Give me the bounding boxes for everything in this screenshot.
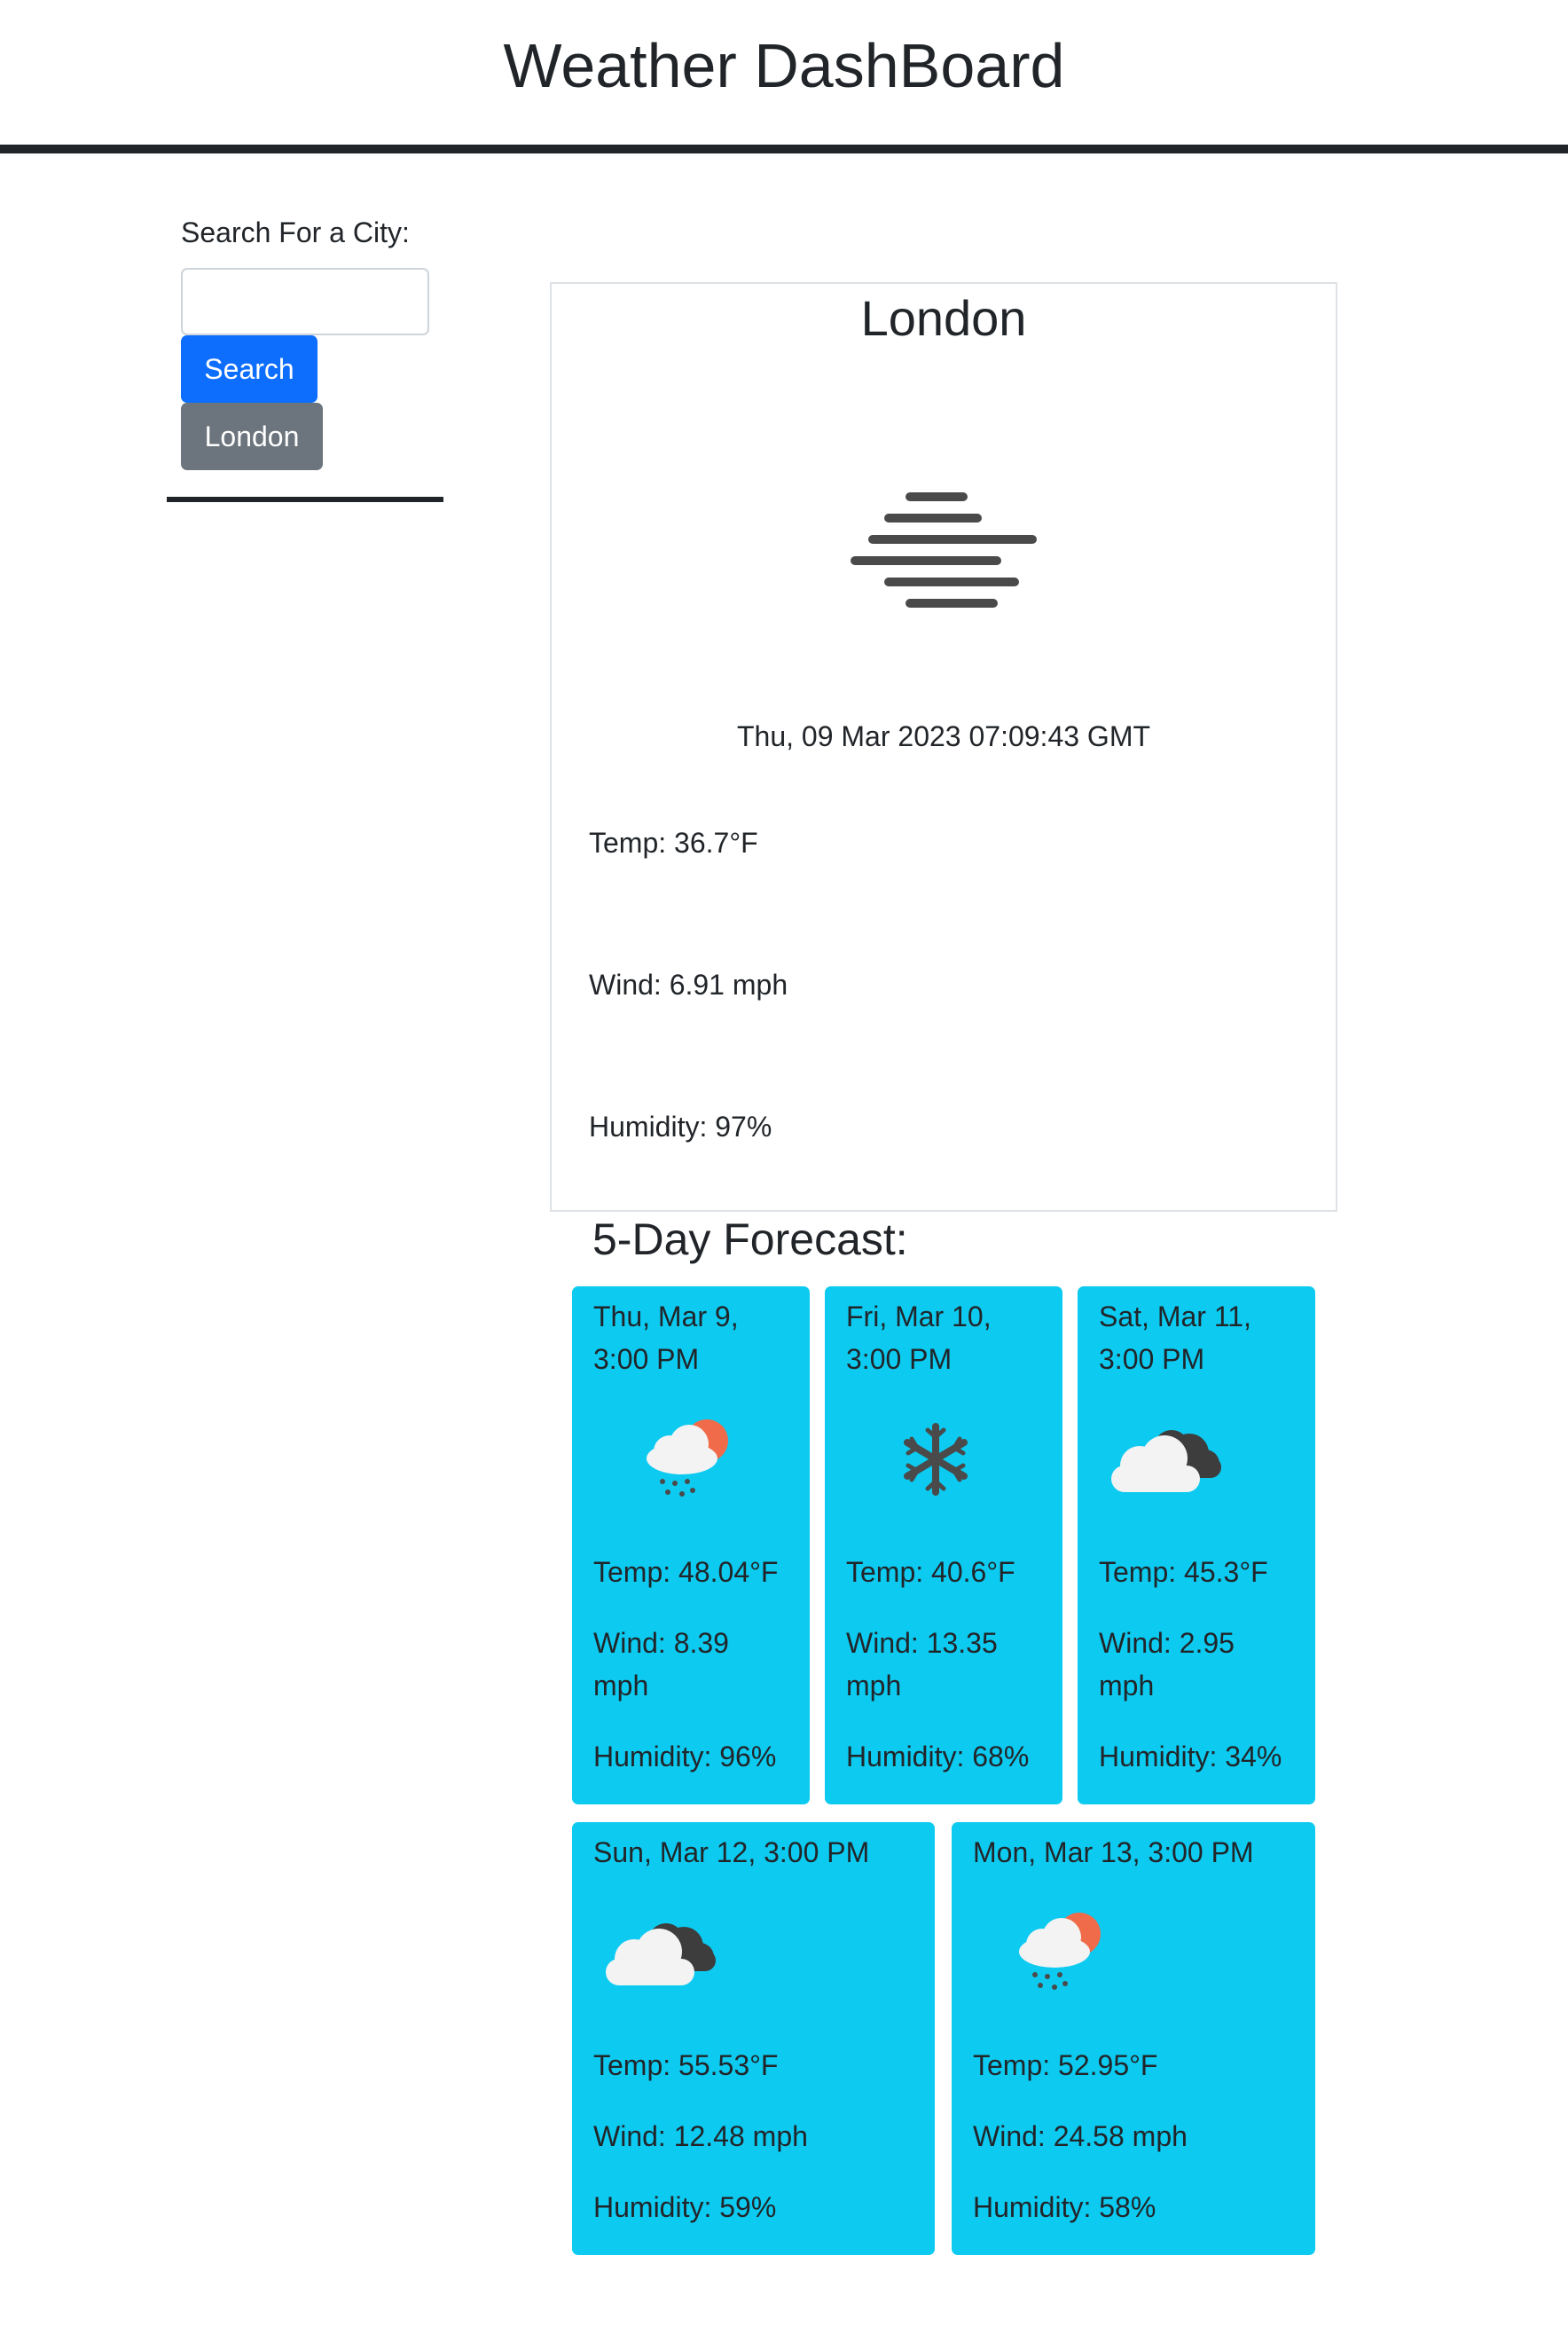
forecast-date: Mon, Mar 13, 3:00 PM — [973, 1836, 1254, 1868]
forecast-wind: Wind: 13.35 mph — [846, 1627, 998, 1701]
current-temp: Temp: 36.7°F — [589, 827, 758, 859]
forecast-card: Thu, Mar 9, 3:00 PM Temp: 48.04°F Wind: 8… — [572, 1286, 810, 1804]
forecast-humidity: Humidity: 34% — [1099, 1741, 1282, 1772]
header-divider — [0, 145, 1568, 153]
forecast-card: Mon, Mar 13, 3:00 PM Temp: 52.95°F Wind:… — [952, 1822, 1315, 2255]
forecast-humidity: Humidity: 96% — [593, 1741, 777, 1772]
current-humidity: Humidity: 97% — [589, 1111, 772, 1143]
page-header: Weather DashBoard — [0, 0, 1568, 156]
forecast-date: Thu, Mar 9, 3:00 PM — [593, 1301, 739, 1375]
current-city-name: London — [860, 290, 1027, 346]
forecast-wind: Wind: 2.95 mph — [1099, 1627, 1235, 1701]
history-button-london[interactable]: London — [181, 403, 323, 470]
sidebar-divider — [167, 497, 443, 502]
search-label: Search For a City: — [181, 216, 410, 248]
forecast-date: Fri, Mar 10, 3:00 PM — [846, 1301, 992, 1375]
current-weather-card: London Thu, 09 Mar 2023 07:09:43 GMT Tem… — [550, 282, 1337, 1212]
current-wind: Wind: 6.91 mph — [589, 969, 788, 1001]
forecast-temp: Temp: 40.6°F — [846, 1556, 1015, 1588]
forecast-humidity: Humidity: 68% — [846, 1741, 1030, 1772]
page-title: Weather DashBoard — [503, 31, 1065, 100]
broken-clouds-icon — [1111, 1430, 1221, 1492]
sun-cloud-rain-icon — [647, 1419, 728, 1497]
forecast-card: Sat, Mar 11, 3:00 PM Temp: 45.3°F Wind: 2… — [1078, 1286, 1315, 1804]
forecast-temp: Temp: 55.53°F — [593, 2049, 779, 2081]
forecast-date: Sun, Mar 12, 3:00 PM — [593, 1836, 870, 1868]
search-button[interactable]: Search — [181, 335, 318, 403]
snowflake-icon — [904, 1423, 968, 1496]
forecast-temp: Temp: 52.95°F — [973, 2049, 1158, 2081]
forecast-wind: Wind: 24.58 mph — [973, 2120, 1188, 2152]
forecast-temp: Temp: 45.3°F — [1099, 1556, 1268, 1588]
city-search-input[interactable] — [181, 268, 429, 335]
forecast-humidity: Humidity: 59% — [593, 2191, 777, 2223]
forecast-date: Sat, Mar 11, 3:00 PM — [1099, 1301, 1251, 1375]
current-datetime: Thu, 09 Mar 2023 07:09:43 GMT — [736, 720, 1151, 752]
broken-clouds-icon — [606, 1923, 716, 1985]
forecast-humidity: Humidity: 58% — [973, 2191, 1156, 2223]
forecast-wind: Wind: 8.39 mph — [593, 1627, 729, 1701]
sun-cloud-rain-icon — [1019, 1913, 1101, 1990]
forecast-title: 5-Day Forecast: — [592, 1214, 908, 1264]
forecast-temp: Temp: 48.04°F — [593, 1556, 779, 1588]
mist-icon — [851, 492, 1037, 608]
forecast-wind: Wind: 12.48 mph — [593, 2120, 808, 2152]
forecast-card: Sun, Mar 12, 3:00 PM Temp: 55.53°F Wind:… — [572, 1822, 935, 2255]
forecast-card: Fri, Mar 10, 3:00 PM Temp: 40.6°F Wind: 1… — [825, 1286, 1062, 1804]
